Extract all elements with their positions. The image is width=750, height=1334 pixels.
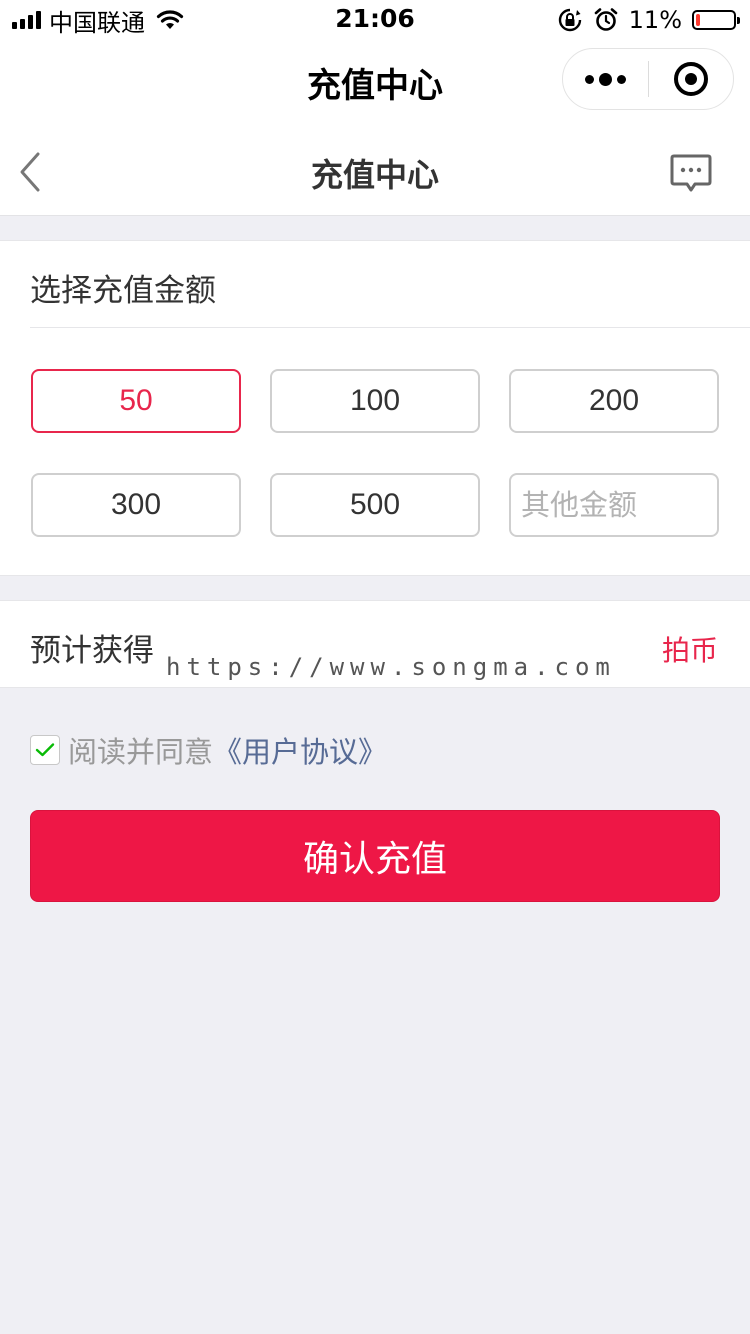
more-button[interactable] — [563, 49, 648, 109]
section-divider — [30, 327, 750, 328]
confirm-recharge-button[interactable]: 确认充值 — [30, 810, 720, 902]
other-amount-input[interactable] — [509, 473, 719, 537]
more-icon — [584, 72, 626, 86]
estimate-card: 预计获得 https://www.songma.com 拍币 — [0, 600, 750, 688]
orientation-lock-icon — [558, 8, 581, 32]
amount-option-50[interactable]: 50 — [31, 369, 241, 433]
amount-option-100[interactable]: 100 — [270, 369, 480, 433]
estimate-unit: 拍币 — [661, 634, 718, 667]
page-header: 充值中心 — [0, 128, 750, 216]
amount-section-title: 选择充值金额 — [30, 273, 216, 309]
amount-option-300[interactable]: 300 — [31, 473, 241, 537]
battery-level — [696, 14, 700, 26]
close-button[interactable] — [649, 49, 734, 109]
capsule-menu — [562, 48, 734, 110]
agreement-text: 阅读并同意 — [68, 735, 214, 769]
alarm-icon — [594, 8, 617, 31]
agreement-checkbox[interactable] — [30, 735, 60, 765]
mini-program-bar: 充值中心 — [0, 40, 750, 128]
close-target-icon — [673, 62, 708, 96]
status-bar: 中国联通 21:06 11% — [0, 0, 750, 40]
agreement-row: 阅读并同意 《用户协议》 — [30, 730, 387, 770]
amount-option-500[interactable]: 500 — [270, 473, 480, 537]
page-title: 充值中心 — [310, 156, 439, 194]
check-icon — [35, 743, 55, 757]
watermark: https://www.songma.com — [166, 653, 616, 681]
estimate-label: 预计获得 — [30, 633, 154, 669]
amount-card: 选择充值金额 50 100 200 300 500 — [0, 240, 750, 576]
amount-option-200[interactable]: 200 — [509, 369, 719, 433]
status-right: 11% — [557, 6, 740, 34]
battery-icon — [692, 10, 740, 30]
battery-percent: 11% — [628, 6, 682, 34]
user-agreement-link[interactable]: 《用户协议》 — [213, 729, 387, 771]
message-icon[interactable] — [668, 150, 714, 196]
